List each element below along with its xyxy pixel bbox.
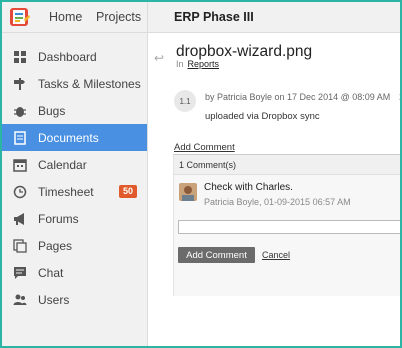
sidebar-item-chat[interactable]: Chat [2,259,147,286]
megaphone-icon [13,212,27,226]
sidebar-item-label: Timesheet [38,184,94,199]
document-location: In Reports [176,59,219,69]
sidebar-item-users[interactable]: Users [2,286,147,313]
sidebar-item-label: Pages [38,238,73,253]
cancel-link[interactable]: Cancel [262,250,290,260]
add-comment-link[interactable]: Add Comment [174,142,235,153]
divider [147,2,148,33]
nav-projects[interactable]: Projects [96,10,141,24]
sidebar-item-forums[interactable]: Forums [2,205,147,232]
bug-icon [13,104,27,118]
tasks-icon [13,77,27,91]
avatar [179,183,197,201]
sidebar-item-label: Chat [38,265,64,280]
comment-input[interactable] [178,220,400,234]
nav-home[interactable]: Home [49,10,82,24]
sidebar-item-calendar[interactable]: Calendar [2,151,147,178]
sidebar-item-pages[interactable]: Pages [2,232,147,259]
clock-icon [13,185,27,199]
version-note: uploaded via Dropbox sync [205,111,320,122]
app-logo-icon[interactable] [8,5,32,29]
chat-icon [13,266,27,280]
sidebar-item-label: Bugs [38,103,66,118]
project-title[interactable]: ERP Phase III [174,10,254,24]
add-comment-button[interactable]: Add Comment [178,247,255,263]
documents-icon [13,130,27,145]
users-icon [13,293,27,307]
top-bar: Home Projects ERP Phase III [2,2,400,33]
sidebar-item-label: Dashboard [38,49,97,64]
comments-panel: 1 Comment(s) Check with Charles. Patrici… [173,154,400,296]
folder-link[interactable]: Reports [188,59,220,69]
pages-icon [13,238,27,253]
sidebar-item-timesheet[interactable]: Timesheet 50 [2,178,147,205]
timesheet-count-badge: 50 [118,185,137,198]
version-author-date: by Patricia Boyle on 17 Dec 2014 @ 08:09… [205,92,391,102]
version-badge: 1.1 [174,90,196,112]
back-arrow-icon[interactable]: ↩ [154,51,164,65]
sidebar-item-label: Calendar [38,157,87,172]
app-window: Home Projects ERP Phase III Dashboard Ta… [0,0,402,348]
comment-meta: Patricia Boyle, 01-09-2015 06:57 AM [204,197,351,207]
sidebar-item-bugs[interactable]: Bugs [2,97,147,124]
sidebar-item-documents[interactable]: Documents [2,124,147,151]
in-label: In [176,59,184,69]
sidebar-item-dashboard[interactable]: Dashboard [2,43,147,70]
comment-text: Check with Charles. [204,182,293,193]
version-meta: by Patricia Boyle on 17 Dec 2014 @ 08:09… [205,92,400,102]
sidebar-item-label: Tasks & Milestones [38,76,141,91]
comments-count: 1 Comment(s) [174,155,400,175]
dashboard-icon [13,50,27,64]
sidebar-item-label: Forums [38,211,79,226]
sidebar-item-label: Documents [38,130,99,145]
document-detail: ↩ dropbox-wizard.png In Reports 1.1 by Pa… [148,33,400,346]
sidebar-item-tasks[interactable]: Tasks & Milestones [2,70,147,97]
calendar-icon [13,158,27,172]
sidebar: Dashboard Tasks & Milestones Bugs Docume… [2,33,148,346]
sidebar-item-label: Users [38,292,70,307]
